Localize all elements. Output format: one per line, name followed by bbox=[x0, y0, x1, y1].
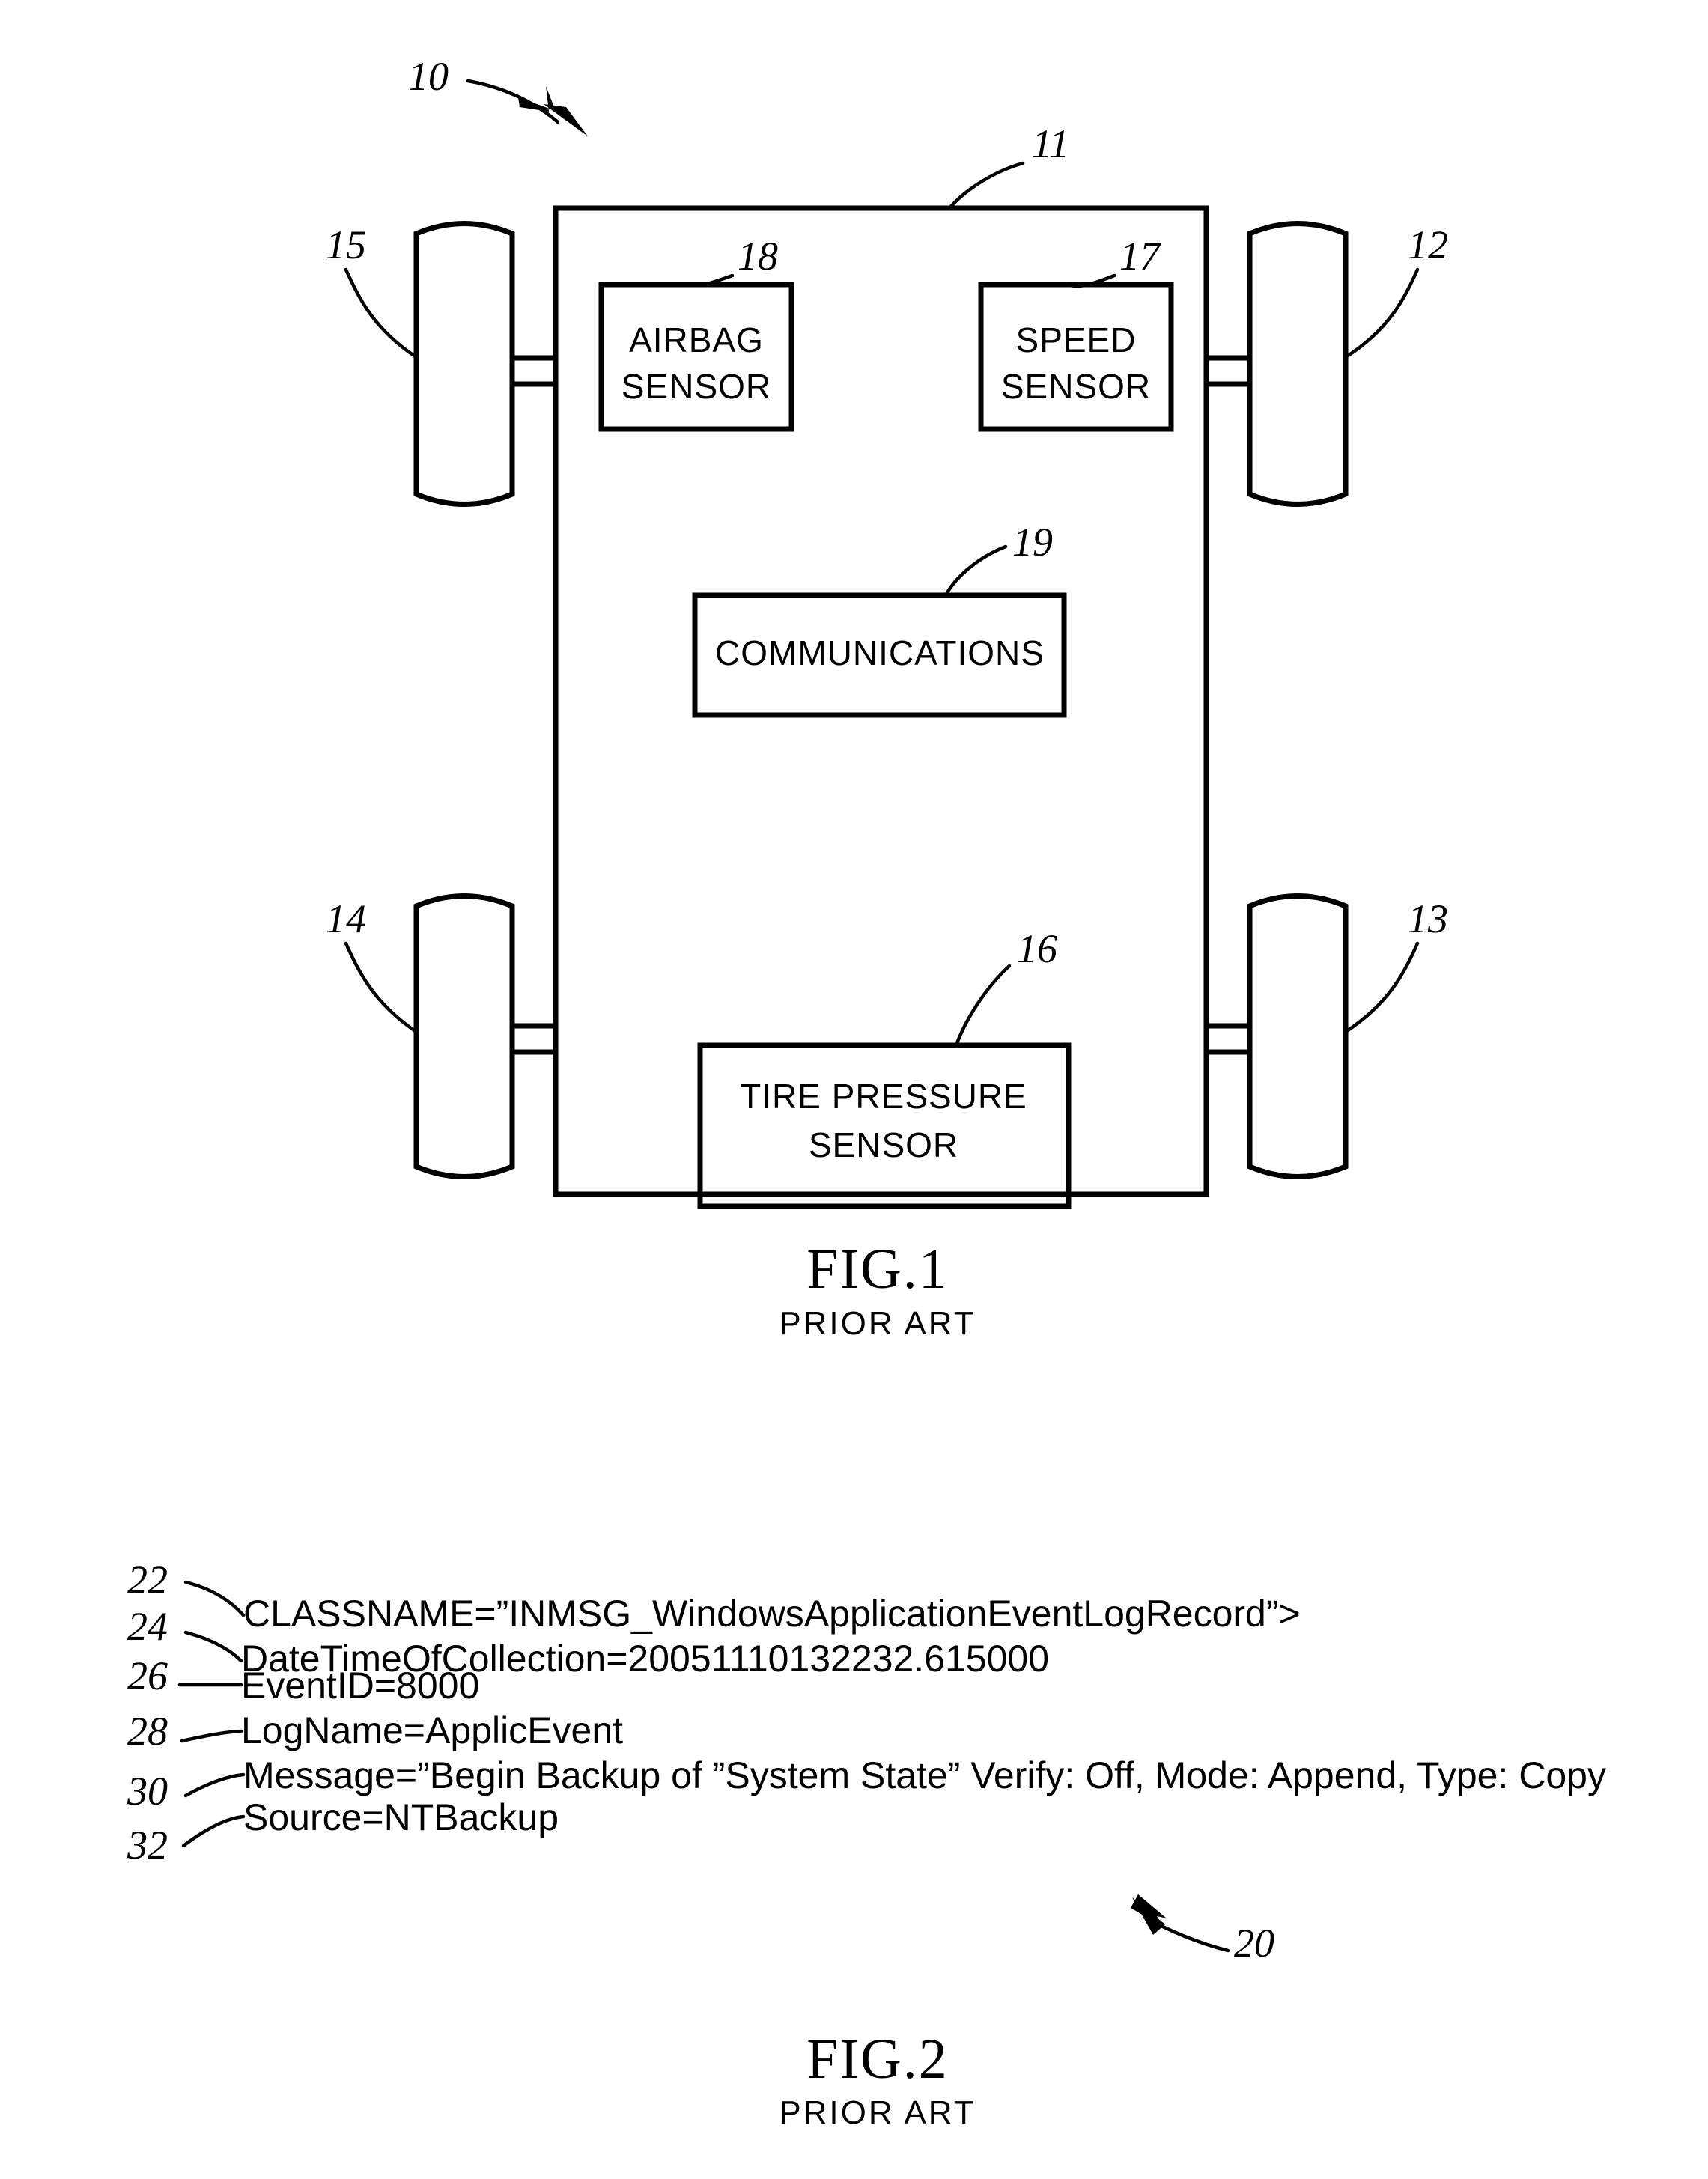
figure-1-caption: FIG.1 bbox=[806, 1238, 948, 1301]
leader-line-32 bbox=[181, 1814, 246, 1848]
leader-line-14 bbox=[344, 941, 419, 1034]
leader-line-22 bbox=[183, 1580, 246, 1617]
airbag-sensor-label-line2: SENSOR bbox=[621, 367, 771, 406]
figure-2-subcaption: PRIOR ART bbox=[779, 2094, 976, 2131]
ref-label-18: 18 bbox=[738, 234, 778, 279]
wheel-15: 15 bbox=[326, 221, 556, 507]
figure-canvas: 10 11 15 12 14 13 AIRBAG SENSOR 18 SPEED… bbox=[127, 54, 1606, 2131]
ref-label-20: 20 bbox=[1234, 1921, 1274, 1966]
leader-line-13 bbox=[1343, 941, 1420, 1034]
module-speed-sensor: SPEED SENSOR 17 bbox=[978, 234, 1174, 432]
figure-2-caption: FIG.2 bbox=[806, 2028, 948, 2091]
ref-label-11: 11 bbox=[1032, 121, 1069, 166]
leader-line-10 bbox=[466, 79, 560, 124]
wheel-14: 14 bbox=[326, 893, 556, 1179]
module-tire-pressure-sensor: TIRE PRESSURE SENSOR 16 bbox=[697, 926, 1072, 1209]
communications-label: COMMUNICATIONS bbox=[715, 633, 1045, 672]
ref-label-16: 16 bbox=[1017, 926, 1057, 971]
ref-label-13: 13 bbox=[1408, 896, 1448, 941]
ref-label-22: 22 bbox=[127, 1557, 168, 1602]
record-line-30-text: Message=”Begin Backup of ”System State” … bbox=[243, 1754, 1606, 1796]
module-communications: COMMUNICATIONS 19 bbox=[692, 520, 1067, 718]
module-airbag-sensor: AIRBAG SENSOR 18 bbox=[598, 234, 794, 432]
wheel-15-outline bbox=[413, 221, 515, 507]
leader-line-15 bbox=[344, 267, 419, 359]
ref-label-10: 10 bbox=[408, 54, 449, 99]
airbag-sensor-label-line1: AIRBAG bbox=[629, 320, 764, 359]
wheel-13-outline bbox=[1247, 893, 1349, 1179]
record-line-22-text: CLASSNAME=”INMSG_WindowsApplicationEvent… bbox=[243, 1593, 1301, 1635]
figure-1-subcaption: PRIOR ART bbox=[779, 1305, 976, 1342]
record-line-26-text: EventID=8000 bbox=[241, 1665, 479, 1707]
figure-2-group: 22 CLASSNAME=”INMSG_WindowsApplicationEv… bbox=[127, 1557, 1606, 2131]
record-line-32-text: Source=NTBackup bbox=[243, 1796, 559, 1838]
leader-line-24 bbox=[183, 1630, 243, 1663]
ref-label-14: 14 bbox=[326, 896, 366, 941]
patent-drawing-sheet: 10 11 15 12 14 13 AIRBAG SENSOR 18 SPEED… bbox=[0, 0, 1708, 2179]
ref-callout-20: 20 bbox=[1131, 1894, 1274, 1966]
record-line-28: 28 LogName=ApplicEvent bbox=[127, 1709, 623, 1754]
figure-1-group: 10 11 15 12 14 13 AIRBAG SENSOR 18 SPEED… bbox=[326, 54, 1448, 1342]
record-line-28-text: LogName=ApplicEvent bbox=[241, 1710, 623, 1751]
axle-13 bbox=[1206, 1023, 1250, 1055]
record-line-32: 32 Source=NTBackup bbox=[127, 1796, 559, 1868]
leader-line-12 bbox=[1343, 267, 1420, 359]
ref-label-24: 24 bbox=[127, 1604, 168, 1649]
leader-line-28 bbox=[180, 1729, 243, 1743]
ref-label-15: 15 bbox=[326, 222, 366, 267]
ref-label-28: 28 bbox=[127, 1709, 168, 1754]
ref-label-12: 12 bbox=[1408, 222, 1448, 267]
ref-label-17: 17 bbox=[1119, 234, 1161, 279]
speed-sensor-label-line2: SENSOR bbox=[1001, 367, 1151, 406]
wheel-12-outline bbox=[1247, 221, 1349, 507]
ref-label-32: 32 bbox=[127, 1823, 168, 1868]
leader-line-11 bbox=[947, 161, 1025, 210]
axle-15 bbox=[512, 355, 556, 387]
ref-label-30: 30 bbox=[127, 1769, 168, 1814]
leader-line-19 bbox=[943, 544, 1008, 598]
ref-callout-11: 11 bbox=[947, 121, 1069, 210]
leader-line-16 bbox=[954, 964, 1012, 1048]
ref-label-26: 26 bbox=[127, 1653, 168, 1698]
axle-14 bbox=[512, 1023, 556, 1055]
tire-pressure-label-line2: SENSOR bbox=[809, 1125, 958, 1164]
axle-12 bbox=[1206, 355, 1250, 387]
ref-callout-10: 10 bbox=[408, 54, 588, 136]
wheel-13: 13 bbox=[1206, 893, 1448, 1179]
wheel-14-outline bbox=[413, 893, 515, 1179]
speed-sensor-label-line1: SPEED bbox=[1016, 320, 1137, 359]
wheel-12: 12 bbox=[1206, 221, 1448, 507]
tire-pressure-label-line1: TIRE PRESSURE bbox=[740, 1077, 1027, 1116]
record-line-22: 22 CLASSNAME=”INMSG_WindowsApplicationEv… bbox=[127, 1557, 1301, 1635]
leader-line-30 bbox=[183, 1772, 246, 1798]
ref-label-19: 19 bbox=[1012, 520, 1053, 565]
arrowhead-10-tip bbox=[544, 104, 588, 136]
